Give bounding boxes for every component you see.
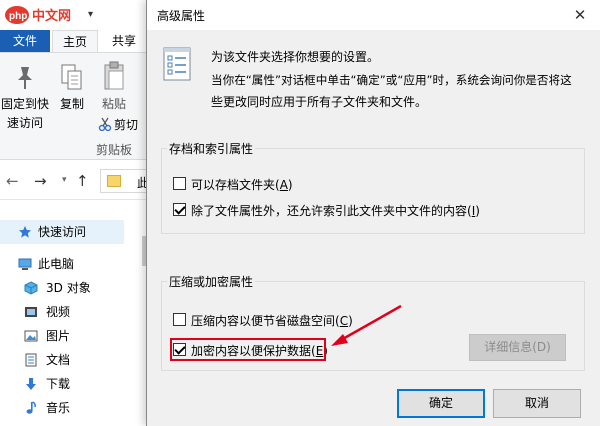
nav-pane-scrollbar[interactable] xyxy=(124,210,148,426)
tab-file[interactable]: 文件 xyxy=(0,30,50,52)
nav-item-downloads[interactable]: 下载 xyxy=(0,372,124,396)
recent-locations-chevron-icon[interactable]: ▾ xyxy=(62,175,67,185)
intro-text-line2: 当你在“属性”对话框中单击“确定”或“应用”时，系统会询问你是否将这 xyxy=(211,73,572,87)
advanced-attributes-dialog: 高级属性 ✕ 为该文件夹选择你想要的设置。 当你在“属性”对话框中单击“确定”或… xyxy=(146,0,600,426)
nav-item-videos[interactable]: 视频 xyxy=(0,300,124,324)
close-icon[interactable]: ✕ xyxy=(567,3,593,27)
document-icon xyxy=(25,353,37,367)
computer-icon xyxy=(18,258,32,270)
picture-icon xyxy=(24,330,38,342)
annotation-arrow-icon xyxy=(331,304,402,346)
pin-label-line1: 固定到快 xyxy=(0,97,49,111)
download-icon xyxy=(26,378,36,390)
archive-checkbox-label: 可以存档文件夹(A) xyxy=(191,178,293,192)
nav-label: 下载 xyxy=(46,377,71,391)
ribbon-tabs: 文件 主页 共享 xyxy=(0,30,148,52)
back-arrow-icon[interactable]: ← xyxy=(6,172,19,190)
watermark-logo: php 中文网 xyxy=(5,6,71,24)
music-icon xyxy=(26,401,36,414)
up-arrow-icon[interactable]: ↑ xyxy=(76,172,89,190)
folder-icon xyxy=(107,175,121,187)
pin-icon xyxy=(18,67,32,89)
quick-access-dropdown-icon[interactable]: ▾ xyxy=(88,9,93,20)
pin-to-quick-access-button[interactable]: 固定到快 速访问 xyxy=(0,95,50,131)
paste-button[interactable]: 粘贴 xyxy=(98,95,130,112)
address-bar: ← → ▾ ↑ 此 xyxy=(0,162,148,200)
nav-item-pictures[interactable]: 图片 xyxy=(0,324,124,348)
nav-label: 图片 xyxy=(46,329,71,343)
clipboard-group-label: 剪贴板 xyxy=(96,143,133,157)
compress-checkbox[interactable] xyxy=(173,313,186,326)
nav-item-quick-access[interactable]: 快速访问 xyxy=(0,220,124,244)
explorer-titlebar: php 中文网 ▾ xyxy=(0,0,148,30)
cube-icon xyxy=(24,281,38,295)
settings-list-icon xyxy=(163,47,191,81)
tab-home[interactable]: 主页 xyxy=(52,30,98,52)
forward-arrow-icon[interactable]: → xyxy=(34,172,47,190)
ribbon-home: 固定到快 速访问 复制 粘贴 剪切 剪贴板 xyxy=(0,52,148,160)
nav-item-3d-objects[interactable]: 3D 对象 xyxy=(0,276,124,300)
copy-icon xyxy=(61,64,82,90)
tab-share[interactable]: 共享 xyxy=(104,30,144,52)
nav-label: 快速访问 xyxy=(38,225,87,239)
compress-encrypt-group-title: 压缩或加密属性 xyxy=(167,273,256,290)
nav-label: 视频 xyxy=(46,305,71,319)
star-icon xyxy=(19,226,31,238)
svg-text:中文网: 中文网 xyxy=(32,8,71,24)
nav-label: 此电脑 xyxy=(38,257,75,271)
paste-icon xyxy=(104,61,124,90)
details-button[interactable]: 详细信息(D) xyxy=(469,334,566,361)
annotation-highlight-box xyxy=(170,338,326,361)
file-explorer-window: php 中文网 ▾ 文件 主页 共享 固定到快 速访问 复制 粘贴 剪切 剪贴板… xyxy=(0,0,148,426)
copy-button[interactable]: 复制 xyxy=(56,95,88,112)
nav-item-music[interactable]: 音乐 xyxy=(0,396,124,420)
svg-text:php: php xyxy=(9,11,27,22)
archive-checkbox[interactable] xyxy=(173,177,186,190)
cut-button[interactable]: 剪切 xyxy=(114,116,144,133)
video-icon xyxy=(25,307,37,317)
nav-label: 文档 xyxy=(46,353,71,367)
navigation-pane: 快速访问 此电脑 3D 对象 视频 图片 文档 下载 音乐 xyxy=(0,210,148,426)
nav-label: 3D 对象 xyxy=(46,281,91,295)
dialog-title: 高级属性 xyxy=(157,9,206,23)
dialog-titlebar: 高级属性 ✕ xyxy=(147,0,600,30)
address-input[interactable]: 此 xyxy=(100,169,148,193)
nav-item-this-pc[interactable]: 此电脑 xyxy=(0,252,124,276)
nav-label: 音乐 xyxy=(46,401,71,415)
scissors-icon xyxy=(98,117,112,131)
index-checkbox[interactable] xyxy=(173,203,186,216)
pin-label-line2: 速访问 xyxy=(6,116,43,130)
index-checkbox-label: 除了文件属性外，还允许索引此文件夹中文件的内容(I) xyxy=(191,204,480,218)
intro-text-line3: 些更改同时应用于所有子文件夹和文件。 xyxy=(211,95,428,109)
intro-text-line1: 为该文件夹选择你想要的设置。 xyxy=(211,50,380,64)
archive-index-group-title: 存档和索引属性 xyxy=(167,140,256,157)
cancel-button[interactable]: 取消 xyxy=(493,389,581,418)
ok-button[interactable]: 确定 xyxy=(397,389,485,418)
nav-item-documents[interactable]: 文档 xyxy=(0,348,124,372)
